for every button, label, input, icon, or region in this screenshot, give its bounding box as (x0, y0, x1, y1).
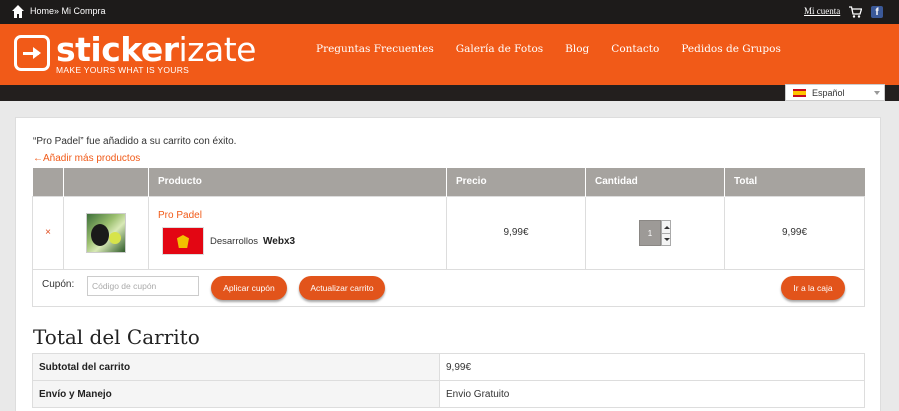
header-quantity: Cantidad (585, 168, 725, 196)
added-to-cart-message: “Pro Padel” fue añadido a su carrito con… (33, 136, 237, 147)
header-total: Total (724, 168, 865, 196)
increment-icon[interactable] (664, 225, 670, 229)
quantity-input[interactable]: 1 (639, 219, 661, 246)
product-option-value: Webx3 (263, 235, 296, 247)
facebook-icon[interactable]: f (871, 6, 883, 18)
decrement-icon[interactable] (664, 237, 670, 241)
product-option-label: Desarrollos (210, 235, 259, 247)
nav-item-blog[interactable]: Blog (565, 43, 589, 55)
cart-header-row: Producto Precio Cantidad Total (32, 168, 865, 196)
logo-text: stickerizate (56, 30, 256, 69)
header-remove (32, 168, 64, 196)
nav-item-contact[interactable]: Contacto (611, 43, 659, 55)
cart-icon[interactable] (849, 6, 862, 18)
logo[interactable]: stickerizate MAKE YOURS WHAT IS YOURS (14, 30, 256, 78)
coupon-input[interactable]: Código de cupón (87, 276, 199, 296)
logo-mark-icon (14, 35, 50, 71)
add-more-products-link[interactable]: ←Añadir más productos (33, 153, 140, 164)
subtotal-value: 9,99€ (439, 353, 865, 381)
checkout-button[interactable]: Ir a la caja (781, 276, 845, 300)
quantity-stepper[interactable]: 1 (639, 219, 724, 246)
line-total: 9,99€ (724, 195, 865, 270)
coupon-row: Cupón: Código de cupón Aplicar cupón Act… (32, 269, 865, 307)
sticker-flag-icon (162, 227, 204, 255)
home-icon[interactable] (12, 5, 24, 18)
nav-item-gallery[interactable]: Galería de Fotos (456, 43, 543, 55)
subtotal-label: Subtotal del carrito (32, 353, 440, 381)
header-thumbnail (63, 168, 149, 196)
header-price: Precio (446, 168, 586, 196)
cart-table: Producto Precio Cantidad Total × Pro Pad… (32, 168, 865, 270)
table-row: × Pro Padel Desarrollos Webx3 9,99€ 1 9,… (32, 195, 865, 270)
nav-item-faq[interactable]: Preguntas Frecuentes (316, 43, 434, 55)
cart-totals-title: Total del Carrito (33, 325, 200, 349)
account-link[interactable]: Mi cuenta (804, 6, 840, 16)
coupon-label: Cupón: (42, 279, 75, 290)
header-band (0, 85, 899, 101)
logo-tagline: MAKE YOURS WHAT IS YOURS (56, 65, 190, 75)
apply-coupon-button[interactable]: Aplicar cupón (211, 276, 287, 300)
breadcrumb-home[interactable]: Home (30, 6, 54, 16)
product-price: 9,99€ (446, 195, 586, 270)
language-select[interactable]: Español (785, 84, 885, 101)
main-nav: Preguntas Frecuentes Galería de Fotos Bl… (316, 43, 803, 55)
nav-item-group-orders[interactable]: Pedidos de Grupos (681, 43, 781, 55)
table-row: Subtotal del carrito 9,99€ (32, 353, 865, 381)
shipping-value: Envio Gratuito (439, 380, 865, 408)
breadcrumb-current: Mi Compra (59, 6, 106, 16)
product-name-link[interactable]: Pro Padel (158, 210, 446, 221)
remove-item-button[interactable]: × (32, 195, 64, 270)
cart-totals-table: Subtotal del carrito 9,99€ Envío y Manej… (32, 353, 865, 408)
site-header: stickerizate MAKE YOURS WHAT IS YOURS Pr… (0, 24, 899, 85)
breadcrumb: Home» Mi Compra (30, 6, 106, 16)
header-product: Producto (148, 168, 447, 196)
product-option: Desarrollos Webx3 (162, 227, 446, 255)
top-bar: Home» Mi Compra Mi cuenta f (0, 0, 899, 24)
language-label: Español (812, 88, 845, 98)
quantity-spinner[interactable] (661, 219, 671, 246)
update-cart-button[interactable]: Actualizar carrito (299, 276, 385, 300)
chevron-down-icon (874, 91, 880, 95)
spain-flag-icon (793, 89, 806, 97)
table-row: Envío y Manejo Envio Gratuito (32, 380, 865, 408)
product-thumbnail[interactable] (86, 212, 126, 253)
shipping-label: Envío y Manejo (32, 380, 440, 408)
